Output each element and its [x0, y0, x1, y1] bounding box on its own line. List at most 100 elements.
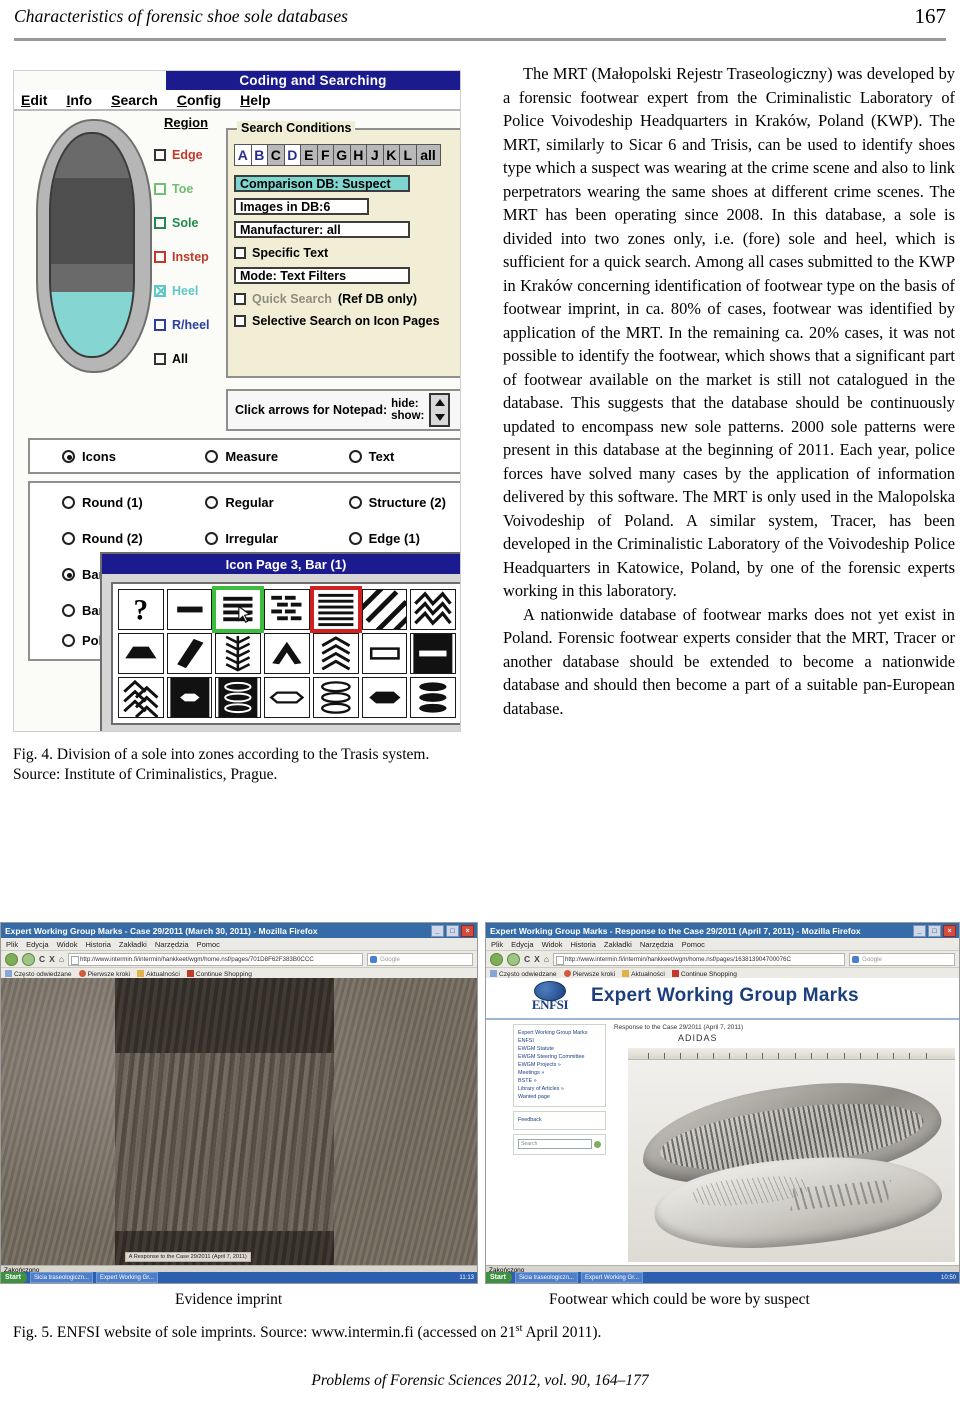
nav-item-6[interactable]: BSTE »: [518, 1077, 601, 1085]
checkbox-specific-text[interactable]: [234, 247, 246, 259]
radio-round-1[interactable]: [62, 496, 75, 509]
left-menu-plik[interactable]: Plik: [6, 940, 18, 949]
region-item-heel[interactable]: Heel: [154, 274, 220, 308]
images-in-db-field[interactable]: Images in DB:6: [234, 198, 369, 215]
letter-button-c[interactable]: C: [267, 144, 285, 166]
letter-filter-row[interactable]: A B C D E F G H J K L all: [234, 144, 441, 166]
chevron-up-icon[interactable]: [264, 633, 310, 674]
chevron-stack-icon[interactable]: [312, 633, 359, 674]
right-search-box[interactable]: Google: [849, 952, 955, 966]
start-button[interactable]: Start: [1, 1272, 27, 1283]
reload-icon[interactable]: C: [524, 954, 530, 964]
inverted-bar-icon[interactable]: [410, 633, 456, 674]
question-mark-icon[interactable]: ?: [118, 589, 164, 630]
search-go-icon[interactable]: [594, 1140, 601, 1148]
radio-option-text[interactable]: Text: [317, 449, 460, 464]
left-menu-edycja[interactable]: Edycja: [26, 940, 49, 949]
right-window-buttons[interactable]: _ □ ×: [913, 925, 956, 937]
manufacturer-field[interactable]: Manufacturer: all: [234, 221, 410, 238]
bookmark-pierwsze-kroki[interactable]: Pierwsze kroki: [78, 969, 130, 978]
back-icon[interactable]: [490, 952, 503, 966]
right-menu-pomoc[interactable]: Pomoc: [682, 940, 705, 949]
stop-icon[interactable]: X: [49, 954, 55, 964]
right-menu-plik[interactable]: Plik: [491, 940, 503, 949]
taskbar-item-1[interactable]: Expert Working Gr...: [95, 1272, 158, 1283]
reload-icon[interactable]: C: [39, 954, 45, 964]
left-url-bar[interactable]: http://www.intermin.fi/intermin/hankkeet…: [67, 952, 363, 966]
left-search-box[interactable]: Google: [367, 952, 473, 966]
maximize-icon[interactable]: □: [446, 925, 459, 937]
right-menu-edycja[interactable]: Edycja: [511, 940, 534, 949]
checkbox-selective-search[interactable]: [234, 315, 246, 327]
outlined-bar-icon[interactable]: [361, 633, 408, 674]
right-menu-historia[interactable]: Historia: [570, 940, 595, 949]
nav-item-5[interactable]: Meetings »: [518, 1069, 601, 1077]
zigzag-stripes-icon[interactable]: [410, 589, 456, 630]
nav-item-feedback[interactable]: Feedback: [518, 1116, 601, 1124]
bookmark-czesto-odwiedzane[interactable]: Często odwiedzane: [490, 969, 557, 978]
icon-grid[interactable]: ?: [118, 586, 456, 718]
dense-stripes-icon[interactable]: [309, 586, 362, 633]
letter-button-d[interactable]: D: [283, 144, 301, 166]
horizontal-bars-icon[interactable]: [212, 586, 265, 633]
arrow-up-icon[interactable]: [434, 399, 445, 406]
taskbar-item-0[interactable]: Sicia traseologiczn...: [514, 1272, 578, 1283]
letter-button-h[interactable]: H: [349, 144, 367, 166]
checkbox-toe[interactable]: [154, 183, 166, 195]
letter-button-j[interactable]: J: [366, 144, 384, 166]
taskbar-item-0[interactable]: Sicia traseologiczn...: [29, 1272, 93, 1283]
checkbox-sole[interactable]: [154, 217, 166, 229]
left-window-buttons[interactable]: _ □ ×: [431, 925, 474, 937]
stacked-lozenges-icon[interactable]: [312, 677, 359, 718]
mode-field[interactable]: Mode: Text Filters: [234, 267, 410, 284]
herringbone-double-icon[interactable]: [118, 677, 164, 718]
bookmark-continue-shopping[interactable]: Continue Shopping: [186, 969, 252, 978]
bookmark-aktualnosci[interactable]: Aktualności: [137, 969, 180, 978]
trapezoid-icon[interactable]: [118, 633, 164, 674]
left-menu-historia[interactable]: Historia: [85, 940, 110, 949]
enfsi-search-block[interactable]: Search: [513, 1134, 606, 1155]
radio-measure[interactable]: [205, 450, 219, 463]
radio-edge-1[interactable]: [348, 532, 362, 545]
radio-option-irregular[interactable]: Irregular: [173, 531, 316, 546]
left-browser-toolbar[interactable]: C X ⌂ http://www.intermin.fi/intermin/ha…: [1, 951, 477, 968]
menu-item-help[interactable]: Help: [240, 92, 270, 108]
bookmark-aktualnosci[interactable]: Aktualności: [622, 969, 665, 978]
close-icon[interactable]: ×: [943, 925, 956, 937]
left-browser-menu-bar[interactable]: Plik Edycja Widok Historia Zakładki Narz…: [1, 938, 477, 951]
letter-button-b[interactable]: B: [250, 144, 268, 166]
shape-row-2[interactable]: Round (2) Irregular Edge (1): [30, 531, 460, 546]
region-item-instep[interactable]: Instep: [154, 240, 220, 274]
right-browser-toolbar[interactable]: C X ⌂ http://www.intermin.fi/intermin/ha…: [486, 951, 959, 968]
radio-regular[interactable]: [205, 496, 219, 509]
enfsi-nav-block[interactable]: Expert Working Group Marks ENFSI EWGM St…: [513, 1024, 606, 1107]
nav-item-7[interactable]: Library of Articles »: [518, 1085, 601, 1093]
radio-option-regular[interactable]: Regular: [173, 495, 316, 510]
letter-button-all[interactable]: all: [415, 144, 441, 166]
start-button[interactable]: Start: [486, 1272, 512, 1283]
region-item-toe[interactable]: Toe: [154, 172, 220, 206]
nav-item-3[interactable]: EWGM Steering Committee: [518, 1053, 601, 1061]
radio-irregular[interactable]: [205, 532, 219, 545]
display-mode-row[interactable]: Icons Measure Text: [30, 449, 460, 464]
nav-item-1[interactable]: ENFSI: [518, 1037, 601, 1045]
nav-item-8[interactable]: Wanted page: [518, 1093, 601, 1101]
menu-item-edit[interactable]: Edit: [21, 92, 47, 108]
herringbone-column-icon[interactable]: [215, 633, 262, 674]
arrow-down-icon[interactable]: [434, 414, 445, 421]
checkbox-rheel[interactable]: [154, 319, 166, 331]
solid-lozenge-icon[interactable]: [361, 677, 408, 718]
menu-bar[interactable]: Edit Info Search Config Help: [14, 90, 460, 111]
letter-button-e[interactable]: E: [300, 144, 318, 166]
shape-row-1[interactable]: Round (1) Regular Structure (2): [30, 495, 460, 510]
radio-pol[interactable]: [62, 634, 75, 647]
right-taskbar[interactable]: Start Sicia traseologiczn... Expert Work…: [486, 1272, 959, 1283]
left-menu-zakladki[interactable]: Zakładki: [119, 940, 147, 949]
selective-search-row[interactable]: Selective Search on Icon Pages: [234, 314, 440, 328]
forward-icon[interactable]: [507, 952, 520, 966]
comparison-db-field[interactable]: Comparison DB: Suspect: [234, 175, 410, 192]
letter-button-g[interactable]: G: [333, 144, 351, 166]
radio-round-2[interactable]: [62, 532, 75, 545]
radio-bar-1[interactable]: [62, 568, 75, 581]
letter-button-l[interactable]: L: [399, 144, 417, 166]
